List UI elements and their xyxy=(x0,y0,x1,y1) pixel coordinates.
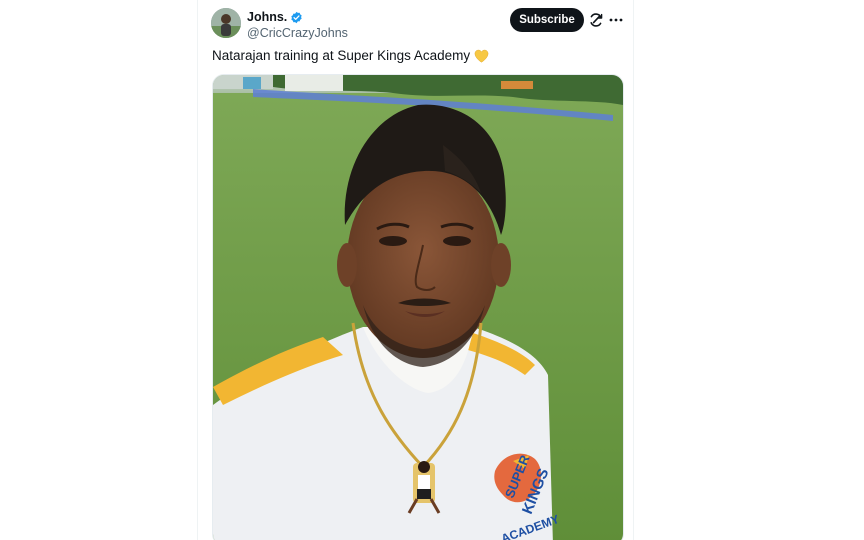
avatar-image xyxy=(211,8,241,38)
subscribe-button[interactable]: Subscribe xyxy=(510,8,584,32)
display-name[interactable]: Johns. xyxy=(247,9,287,25)
tweet-text-row: Natarajan training at Super Kings Academ… xyxy=(212,47,489,65)
more-options-icon[interactable] xyxy=(608,12,624,28)
tweet-media[interactable]: SUPER KINGS ACADEMY xyxy=(212,74,624,540)
avatar[interactable] xyxy=(211,8,241,38)
author-block: Johns. @CricCrazyJohns xyxy=(247,9,348,41)
tweet-photo: SUPER KINGS ACADEMY xyxy=(213,75,623,540)
author-handle[interactable]: @CricCrazyJohns xyxy=(247,25,348,41)
tweet-card: Johns. @CricCrazyJohns Subscribe Nataraj… xyxy=(197,0,634,540)
yellow-heart-icon xyxy=(474,49,489,63)
page: Johns. @CricCrazyJohns Subscribe Nataraj… xyxy=(0,0,864,540)
verified-badge-icon[interactable] xyxy=(290,11,303,24)
grok-icon[interactable] xyxy=(588,12,604,28)
tweet-text: Natarajan training at Super Kings Academ… xyxy=(212,48,471,63)
author-name-row: Johns. xyxy=(247,9,348,25)
